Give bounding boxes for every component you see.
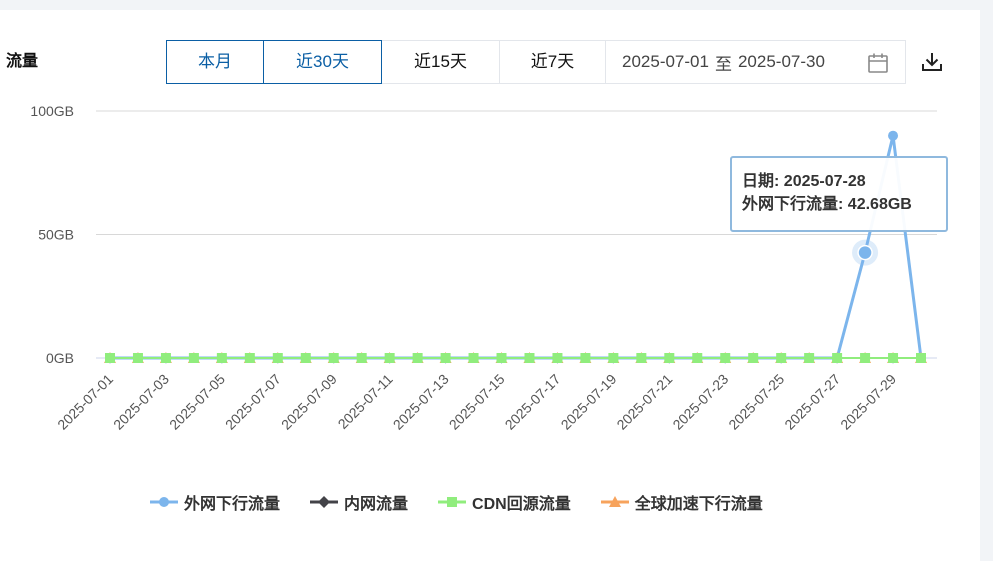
x-tick-label: 2025-07-01 bbox=[54, 371, 116, 433]
x-tick-label: 2025-07-07 bbox=[222, 371, 284, 433]
data-point bbox=[720, 353, 731, 363]
data-point bbox=[552, 353, 563, 363]
data-point bbox=[300, 353, 311, 363]
legend-square-marker-icon bbox=[438, 497, 467, 507]
data-point bbox=[524, 353, 535, 363]
x-tick-label: 2025-07-13 bbox=[390, 371, 452, 433]
x-tick-label: 2025-07-29 bbox=[837, 371, 899, 433]
legend-circle-marker-icon bbox=[150, 497, 178, 507]
data-point bbox=[580, 353, 591, 363]
grid-lines bbox=[96, 110, 937, 359]
y-tick-label: 0GB bbox=[46, 350, 74, 366]
legend-triangle-marker-icon bbox=[600, 496, 629, 507]
data-point bbox=[692, 353, 703, 363]
legend-item-internal[interactable]: 内网流量 bbox=[310, 490, 408, 514]
data-point bbox=[496, 353, 507, 363]
legend-label: 内网流量 bbox=[344, 496, 409, 513]
x-tick-label: 2025-07-09 bbox=[278, 371, 340, 433]
y-tick-label: 50GB bbox=[38, 227, 74, 243]
hover-point bbox=[857, 244, 873, 261]
x-tick-label: 2025-07-25 bbox=[725, 371, 787, 433]
chart-legend: 外网下行流量 内网流量 CDN回源流量 全球加速下行流量 bbox=[150, 490, 763, 514]
data-point bbox=[608, 353, 619, 363]
data-point bbox=[776, 353, 787, 363]
legend-item-global-acceleration[interactable]: 全球加速下行流量 bbox=[600, 490, 763, 514]
x-tick-label: 2025-07-21 bbox=[613, 371, 675, 433]
data-point bbox=[412, 353, 423, 363]
legend-label: 外网下行流量 bbox=[184, 496, 281, 513]
data-point bbox=[664, 353, 675, 363]
x-tick-label: 2025-07-17 bbox=[502, 371, 564, 433]
data-point bbox=[160, 353, 171, 363]
data-point bbox=[888, 353, 899, 363]
x-tick-label: 2025-07-15 bbox=[446, 371, 508, 433]
legend-item-cdn-origin[interactable]: CDN回源流量 bbox=[438, 490, 571, 514]
data-point bbox=[440, 353, 451, 363]
x-tick-label: 2025-07-03 bbox=[110, 371, 172, 433]
line-chart: 0GB50GB100GB 2025-07-012025-07-032025-07… bbox=[30, 103, 937, 433]
legend-item-external-downstream[interactable]: 外网下行流量 bbox=[150, 490, 280, 514]
x-tick-label: 2025-07-23 bbox=[669, 371, 731, 433]
data-point bbox=[888, 130, 899, 141]
data-point bbox=[860, 353, 871, 363]
data-point bbox=[384, 353, 395, 363]
data-point bbox=[244, 353, 255, 363]
tooltip-series-value: 42.68GB bbox=[847, 196, 912, 213]
x-axis-labels: 2025-07-012025-07-032025-07-052025-07-07… bbox=[54, 358, 899, 433]
data-point bbox=[832, 353, 843, 363]
x-tick-label: 2025-07-05 bbox=[166, 371, 228, 433]
legend-diamond-marker-icon bbox=[310, 496, 339, 508]
chart-tooltip: 日期: 2025-07-28 外网下行流量: 42.68GB bbox=[730, 156, 948, 232]
data-point bbox=[132, 353, 143, 363]
data-point bbox=[188, 353, 199, 363]
data-point bbox=[916, 353, 926, 363]
data-point bbox=[328, 353, 339, 363]
tooltip-date-label: 日期 bbox=[742, 173, 775, 190]
data-point bbox=[804, 353, 815, 363]
legend-label: 全球加速下行流量 bbox=[634, 496, 763, 513]
data-point bbox=[105, 353, 115, 363]
data-point bbox=[272, 353, 283, 363]
tooltip-date-value: 2025-07-28 bbox=[783, 173, 866, 190]
x-tick-label: 2025-07-27 bbox=[781, 371, 843, 433]
y-tick-label: 100GB bbox=[30, 103, 74, 119]
data-point bbox=[356, 353, 367, 363]
series-2 bbox=[105, 353, 926, 363]
legend-label: CDN回源流量 bbox=[472, 496, 571, 513]
tooltip-series-label: 外网下行流量 bbox=[742, 196, 839, 213]
data-point bbox=[636, 353, 647, 363]
y-axis-labels: 0GB 50GB 100GB bbox=[30, 103, 74, 366]
data-point bbox=[468, 353, 479, 363]
data-point bbox=[216, 353, 227, 363]
x-tick-label: 2025-07-19 bbox=[558, 371, 620, 433]
x-tick-label: 2025-07-11 bbox=[335, 371, 396, 432]
data-point bbox=[748, 353, 759, 363]
